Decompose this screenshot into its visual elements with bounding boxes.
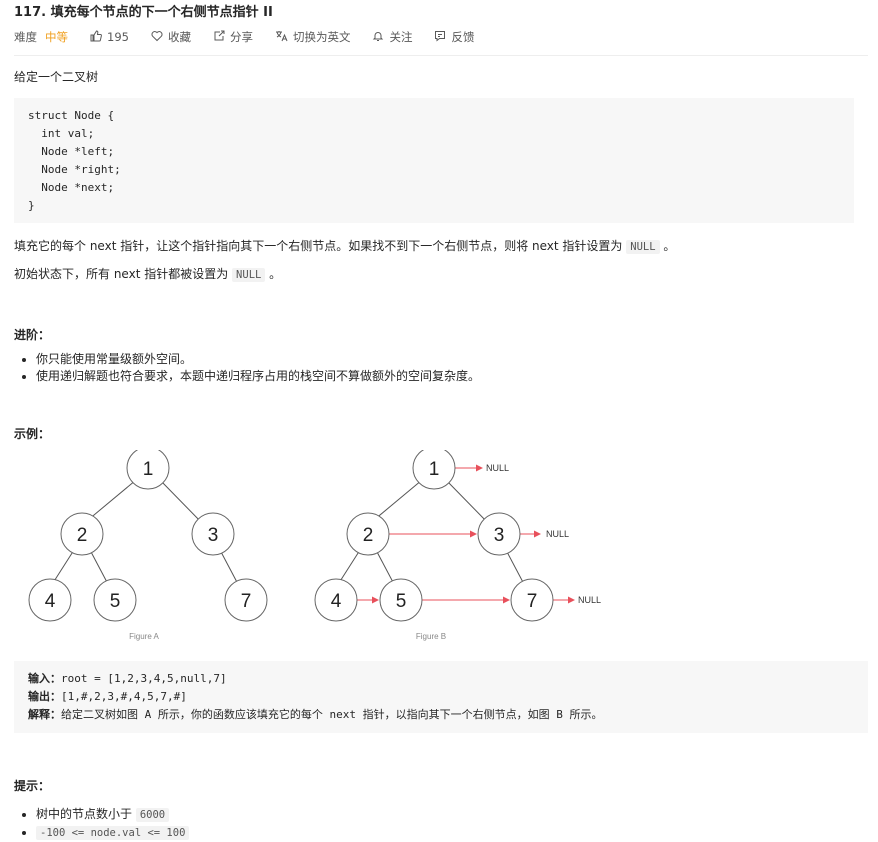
explain-label: 解释： bbox=[28, 708, 61, 721]
list-item: -100 <= node.val <= 100 bbox=[36, 824, 868, 842]
feedback-button[interactable]: 反馈 bbox=[434, 29, 474, 45]
null-label: NULL bbox=[486, 463, 509, 473]
switch-language-label: 切换为英文 bbox=[292, 30, 351, 44]
node-label: 1 bbox=[429, 459, 440, 480]
list-item: 使用递归解题也符合要求，本题中递归程序占用的栈空间不算做额外的空间复杂度。 bbox=[36, 368, 868, 385]
null-label: NULL bbox=[546, 529, 569, 539]
node-label: 4 bbox=[331, 591, 342, 612]
heart-icon bbox=[151, 30, 163, 45]
node-label: 3 bbox=[494, 525, 505, 546]
thumbs-up-icon bbox=[90, 29, 102, 45]
list-item: 树中的节点数小于 6000 bbox=[36, 806, 868, 824]
node-label: 5 bbox=[396, 591, 407, 612]
share-icon bbox=[213, 30, 225, 45]
follow-label: 关注 bbox=[389, 30, 413, 44]
description-paragraph: 填充它的每个 next 指针，让这个指针指向其下一个右侧节点。如果找不到下一个右… bbox=[14, 237, 868, 256]
input-label: 输入： bbox=[28, 672, 61, 685]
node-label: 3 bbox=[208, 525, 219, 546]
node-label: 2 bbox=[363, 525, 374, 546]
bell-icon bbox=[372, 30, 384, 45]
example-explanation: 解释：给定二叉树如图 A 所示，你的函数应该填充它的每个 next 指针，以指向… bbox=[28, 706, 868, 724]
example-block: 输入：root = [1,2,3,4,5,null,7] 输出：[1,#,2,3… bbox=[14, 661, 868, 733]
problem-title: 117. 填充每个节点的下一个右侧节点指针 II bbox=[14, 5, 273, 20]
null-label: NULL bbox=[578, 595, 601, 605]
tips-heading: 提示： bbox=[14, 779, 51, 793]
advanced-heading: 进阶： bbox=[14, 328, 51, 342]
output-label: 输出： bbox=[28, 690, 61, 703]
problem-page: 117. 填充每个节点的下一个右侧节点指针 II 难度 中等 195 收藏 分享 bbox=[0, 0, 878, 842]
tip-code: 6000 bbox=[135, 808, 170, 822]
tip-code: -100 <= node.val <= 100 bbox=[36, 826, 190, 840]
initial-state-paragraph: 初始状态下，所有 next 指针都被设置为 NULL 。 bbox=[14, 265, 868, 284]
translate-icon bbox=[275, 30, 288, 45]
feedback-icon bbox=[434, 30, 446, 45]
input-value: root = [1,2,3,4,5,null,7] bbox=[61, 672, 227, 685]
null-code: NULL bbox=[626, 240, 660, 254]
difficulty-badge: 中等 bbox=[45, 30, 68, 44]
tip-text: 树中的节点数小于 bbox=[36, 807, 133, 821]
figure-b-caption: Figure B bbox=[416, 632, 446, 641]
like-count: 195 bbox=[107, 30, 129, 44]
node-label: 1 bbox=[143, 459, 154, 480]
next-pointers bbox=[357, 464, 575, 604]
example-heading: 示例： bbox=[14, 427, 51, 441]
null-code: NULL bbox=[232, 268, 266, 282]
example-input: 输入：root = [1,2,3,4,5,null,7] bbox=[28, 670, 868, 688]
follow-button[interactable]: 关注 bbox=[372, 29, 412, 45]
description-text: 填充它的每个 next 指针，让这个指针指向其下一个右侧节点。如果找不到下一个右… bbox=[14, 239, 623, 253]
node-label: 4 bbox=[45, 591, 56, 612]
code-block: struct Node { int val; Node *left; Node … bbox=[14, 98, 854, 223]
node-label: 7 bbox=[527, 591, 538, 612]
share-label: 分享 bbox=[229, 30, 253, 44]
tips-list: 树中的节点数小于 6000 -100 <= node.val <= 100 bbox=[14, 806, 868, 842]
feedback-label: 反馈 bbox=[451, 30, 475, 44]
share-button[interactable]: 分享 bbox=[213, 29, 253, 45]
intro-text: 给定一个二叉树 bbox=[14, 70, 99, 84]
tree-figure: 1 2 3 4 5 7 Figure A 1 2 3 4 5 7 NULL NU… bbox=[14, 450, 614, 650]
problem-meta-bar: 难度 中等 195 收藏 分享 切换为英文 关注 反馈 bbox=[14, 26, 868, 48]
node-label: 2 bbox=[77, 525, 88, 546]
favorite-label: 收藏 bbox=[167, 30, 191, 44]
output-value: [1,#,2,3,#,4,5,7,#] bbox=[61, 690, 187, 703]
like-button[interactable]: 195 bbox=[90, 29, 129, 45]
description-end: 。 bbox=[663, 239, 676, 253]
difficulty-label: 难度 bbox=[14, 30, 37, 44]
list-item: 你只能使用常量级额外空间。 bbox=[36, 351, 868, 368]
node-label: 7 bbox=[241, 591, 252, 612]
tree-diagram: 1 2 3 4 5 7 Figure A 1 2 3 4 5 7 NULL NU… bbox=[28, 450, 601, 641]
initial-state-end: 。 bbox=[269, 267, 282, 281]
header-divider bbox=[14, 55, 868, 56]
advanced-list: 你只能使用常量级额外空间。 使用递归解题也符合要求，本题中递归程序占用的栈空间不… bbox=[14, 351, 868, 385]
figure-a-caption: Figure A bbox=[129, 632, 159, 641]
example-output: 输出：[1,#,2,3,#,4,5,7,#] bbox=[28, 688, 868, 706]
favorite-button[interactable]: 收藏 bbox=[151, 29, 191, 45]
node-label: 5 bbox=[110, 591, 121, 612]
initial-state-text: 初始状态下，所有 next 指针都被设置为 bbox=[14, 267, 229, 281]
explain-value: 给定二叉树如图 A 所示，你的函数应该填充它的每个 next 指针，以指向其下一… bbox=[61, 708, 603, 721]
switch-language-button[interactable]: 切换为英文 bbox=[275, 29, 351, 45]
